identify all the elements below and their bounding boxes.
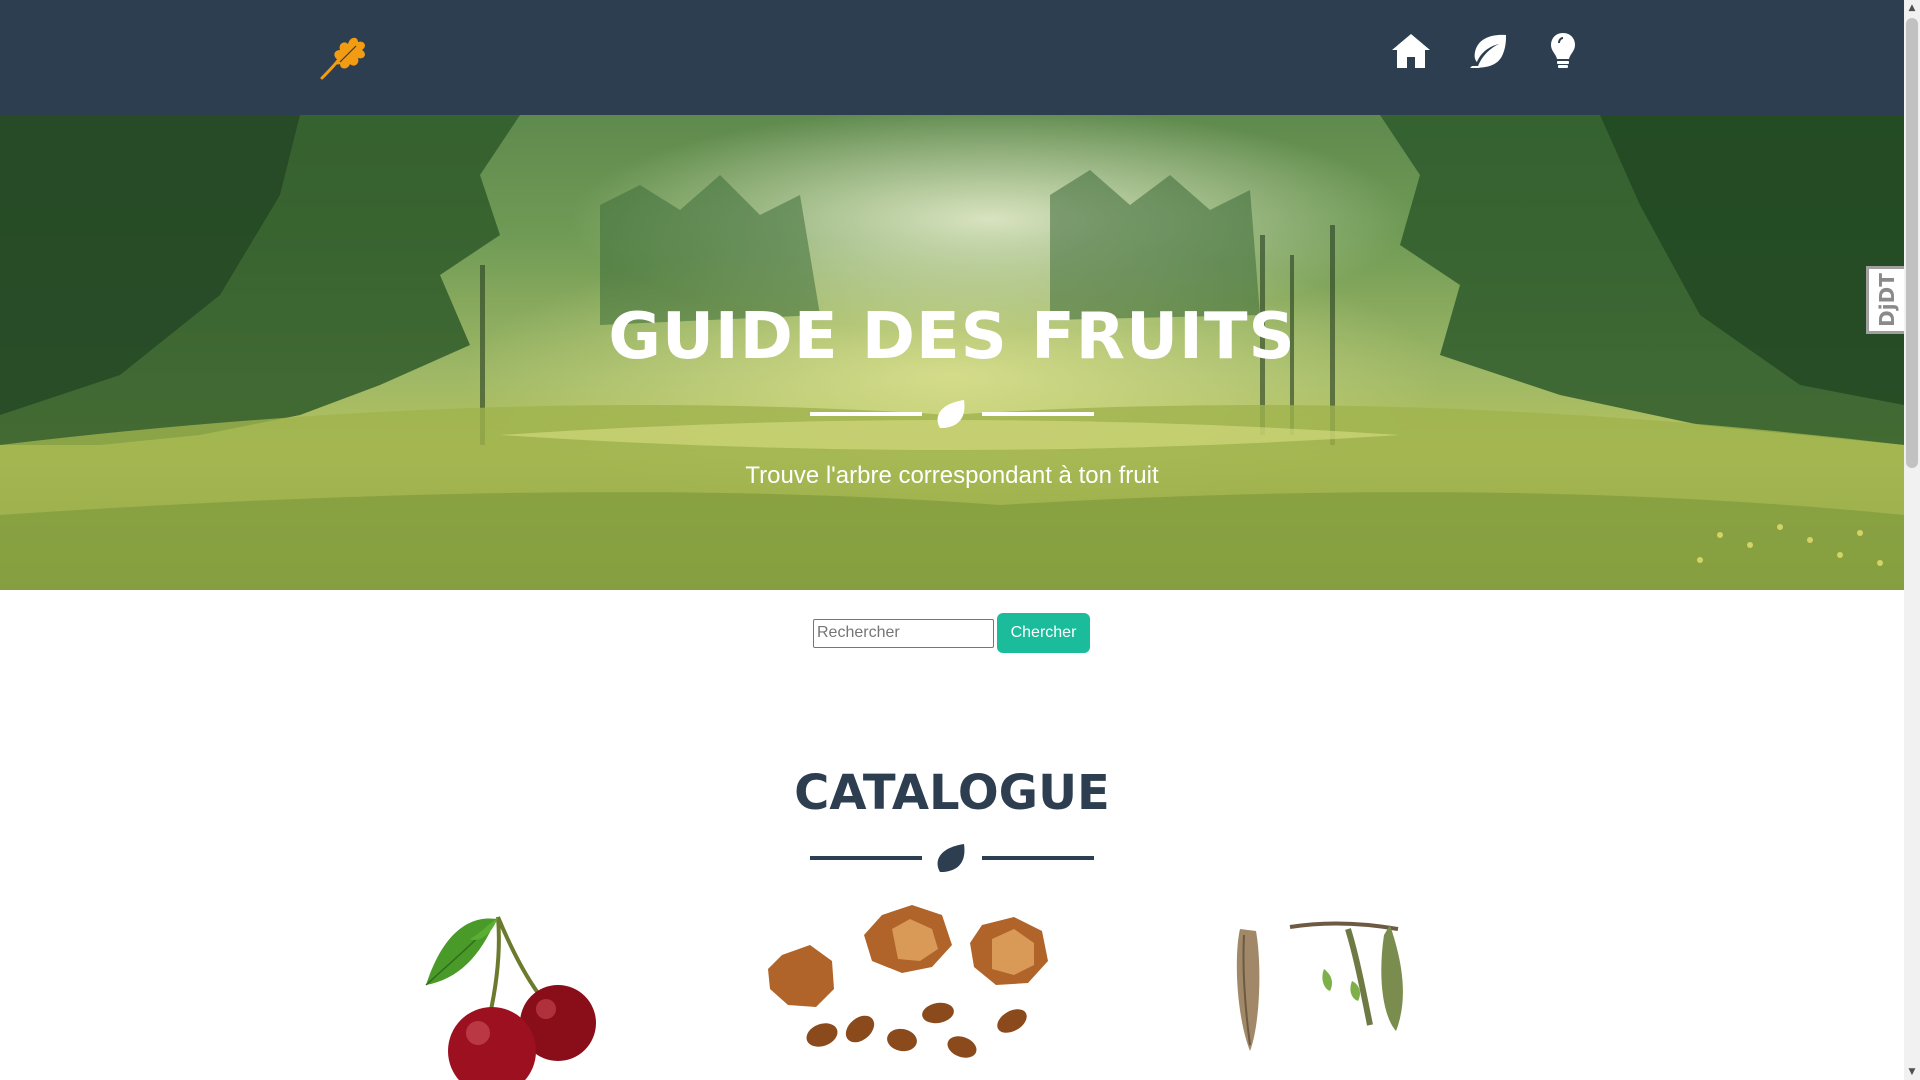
scrollbar-thumb[interactable] (1906, 18, 1918, 468)
catalogue-divider (810, 844, 1094, 872)
nav-ideas-link[interactable] (1542, 30, 1584, 72)
lightbulb-icon (1551, 33, 1575, 68)
catalogue-title: CATALOGUE (794, 765, 1110, 821)
nav-menu (1390, 30, 1584, 72)
hero-subtitle: Trouve l'arbre correspondant à ton fruit (745, 462, 1159, 489)
catalogue-item-beech[interactable] (752, 905, 1082, 1065)
scroll-up-icon[interactable]: ▲ (1904, 0, 1920, 16)
home-icon (1392, 34, 1430, 68)
leaf-icon (937, 844, 965, 872)
nav-home-link[interactable] (1390, 30, 1432, 72)
scroll-down-icon[interactable]: ▼ (1904, 1064, 1920, 1080)
navbar (0, 0, 1904, 115)
catalogue-item-cherry[interactable] (418, 905, 618, 1080)
hero-title: GUIDE DES FRUITS (608, 300, 1296, 374)
hero-divider (810, 400, 1094, 428)
debug-toolbar-handle[interactable]: DjDT (1866, 266, 1904, 334)
beech-nut-image (768, 905, 1048, 1058)
catkin-image (1236, 921, 1403, 1051)
search-input[interactable] (813, 618, 994, 648)
leaf-icon (1470, 34, 1506, 68)
debug-toolbar-label: DjDT (1874, 273, 1899, 327)
brand-logo[interactable] (316, 32, 370, 82)
leaf-icon (937, 400, 965, 428)
cherry-image (425, 916, 596, 1080)
catalogue-item-catkin[interactable] (1220, 905, 1430, 1055)
hero-banner: GUIDE DES FRUITS Trouve l'arbre correspo… (0, 115, 1904, 590)
nav-catalogue-link[interactable] (1466, 30, 1508, 72)
search-form: Chercher (813, 613, 1090, 653)
search-button[interactable]: Chercher (997, 613, 1090, 653)
oak-leaf-icon (320, 37, 365, 80)
